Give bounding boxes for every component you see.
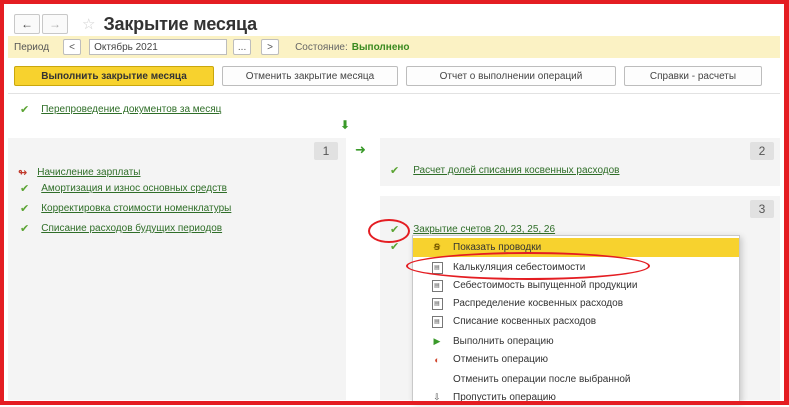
check-icon: ✔ bbox=[20, 203, 30, 215]
list-item: ✔ Расчет долей списания косвенных расход… bbox=[390, 164, 620, 177]
repost-documents-link[interactable]: Перепроведение документов за месяц bbox=[41, 104, 221, 115]
list-item: ✔ bbox=[390, 240, 399, 253]
check-icon: ✔ bbox=[20, 104, 30, 116]
menu-item-cancel-after-selected[interactable]: Отменить операции после выбранной bbox=[413, 370, 739, 389]
report-icon: ▤ bbox=[431, 279, 443, 292]
indirect-share-link[interactable]: Расчет долей списания косвенных расходов bbox=[413, 165, 619, 176]
report-icon: ▤ bbox=[431, 297, 443, 310]
period-field[interactable]: Октябрь 2021 bbox=[89, 39, 228, 55]
future-expenses-link[interactable]: Списание расходов будущих периодов bbox=[41, 223, 222, 234]
postings-icon: Ꞩ bbox=[433, 242, 441, 252]
state-label: Состояние: bbox=[295, 41, 348, 53]
check-icon: ✔ bbox=[390, 241, 400, 253]
stage-1-panel: 1 ↬ Начисление зарплаты ✔ Амортизация и … bbox=[8, 138, 346, 400]
list-item: ↬ Начисление зарплаты bbox=[18, 166, 141, 179]
depreciation-link[interactable]: Амортизация и износ основных средств bbox=[41, 183, 227, 194]
stage-number: 2 bbox=[750, 142, 774, 160]
check-icon: ✔ bbox=[390, 224, 400, 236]
star-icon[interactable]: ☆ bbox=[82, 15, 95, 33]
stage-2-panel: 2 ✔ Расчет долей списания косвенных расх… bbox=[380, 138, 780, 186]
menu-item-output-cost[interactable]: ▤ Себестоимость выпущенной продукции bbox=[413, 276, 739, 295]
stage-number: 1 bbox=[314, 142, 338, 160]
report-icon: ▤ bbox=[431, 261, 443, 274]
context-menu: Ꞩ Показать проводки ▤ Калькуляция себест… bbox=[412, 235, 740, 403]
operations-report-button[interactable]: Отчет о выполнении операций bbox=[406, 66, 616, 86]
stage-number: 3 bbox=[750, 200, 774, 218]
menu-item-indirect-distribution[interactable]: ▤ Распределение косвенных расходов bbox=[413, 294, 739, 313]
menu-item-run-operation[interactable]: ▶ Выполнить операцию bbox=[413, 332, 739, 351]
page-title: Закрытие месяца bbox=[103, 13, 257, 34]
cost-adjustment-link[interactable]: Корректировка стоимости номенклатуры bbox=[41, 203, 231, 214]
arrow-right-icon: → bbox=[49, 17, 61, 31]
arrow-down-icon: ⬇ bbox=[340, 118, 351, 132]
help-calculations-button[interactable]: Справки - расчеты bbox=[624, 66, 762, 86]
partial-status-icon: ↬ bbox=[18, 167, 28, 179]
next-period-button[interactable]: > bbox=[261, 39, 280, 55]
divider bbox=[8, 93, 780, 94]
period-bar: Период < Октябрь 2021 ... > Состояние: В… bbox=[8, 36, 780, 58]
menu-item-show-postings[interactable]: Ꞩ Показать проводки bbox=[413, 238, 739, 257]
period-select-button[interactable]: ... bbox=[233, 39, 252, 55]
report-icon: ▤ bbox=[431, 315, 443, 328]
menu-item-cancel-operation[interactable]: ◐ Отменить операцию bbox=[413, 350, 739, 369]
menu-item-skip-operation[interactable]: ⇩ Пропустить операцию bbox=[413, 388, 739, 407]
check-icon: ✔ bbox=[20, 183, 30, 195]
arrow-left-icon: ← bbox=[21, 17, 33, 31]
prev-period-button[interactable]: < bbox=[63, 39, 82, 55]
title-bar: ← → ☆ Закрытие месяца bbox=[14, 10, 257, 38]
menu-item-cost-calculation[interactable]: ▤ Калькуляция себестоимости bbox=[413, 258, 739, 277]
list-item: ✔ Списание расходов будущих периодов bbox=[20, 222, 222, 235]
check-icon: ✔ bbox=[390, 165, 400, 177]
skip-icon: ⇩ bbox=[433, 392, 441, 402]
close-accounts-link[interactable]: Закрытие счетов 20, 23, 25, 26 bbox=[413, 224, 555, 235]
run-icon: ▶ bbox=[433, 336, 441, 346]
state-value: Выполнено bbox=[351, 41, 410, 53]
forward-button[interactable]: → bbox=[42, 14, 68, 34]
back-button[interactable]: ← bbox=[14, 14, 40, 34]
list-item: ✔ Амортизация и износ основных средств bbox=[20, 182, 227, 195]
list-item: ✔ Корректировка стоимости номенклатуры bbox=[20, 202, 231, 215]
toolbar: Выполнить закрытие месяца Отменить закры… bbox=[14, 66, 770, 86]
cancel-close-month-button[interactable]: Отменить закрытие месяца bbox=[222, 66, 398, 86]
cancel-icon: ◐ bbox=[434, 354, 440, 365]
period-label: Период bbox=[14, 41, 50, 53]
run-close-month-button[interactable]: Выполнить закрытие месяца bbox=[14, 66, 214, 86]
step-repost-documents: ✔ Перепроведение документов за месяц bbox=[20, 103, 221, 116]
check-icon: ✔ bbox=[20, 223, 30, 235]
menu-item-indirect-writeoff[interactable]: ▤ Списание косвенных расходов bbox=[413, 312, 739, 331]
payroll-link[interactable]: Начисление зарплаты bbox=[37, 167, 140, 178]
arrow-right-icon: ➜ bbox=[355, 142, 366, 157]
